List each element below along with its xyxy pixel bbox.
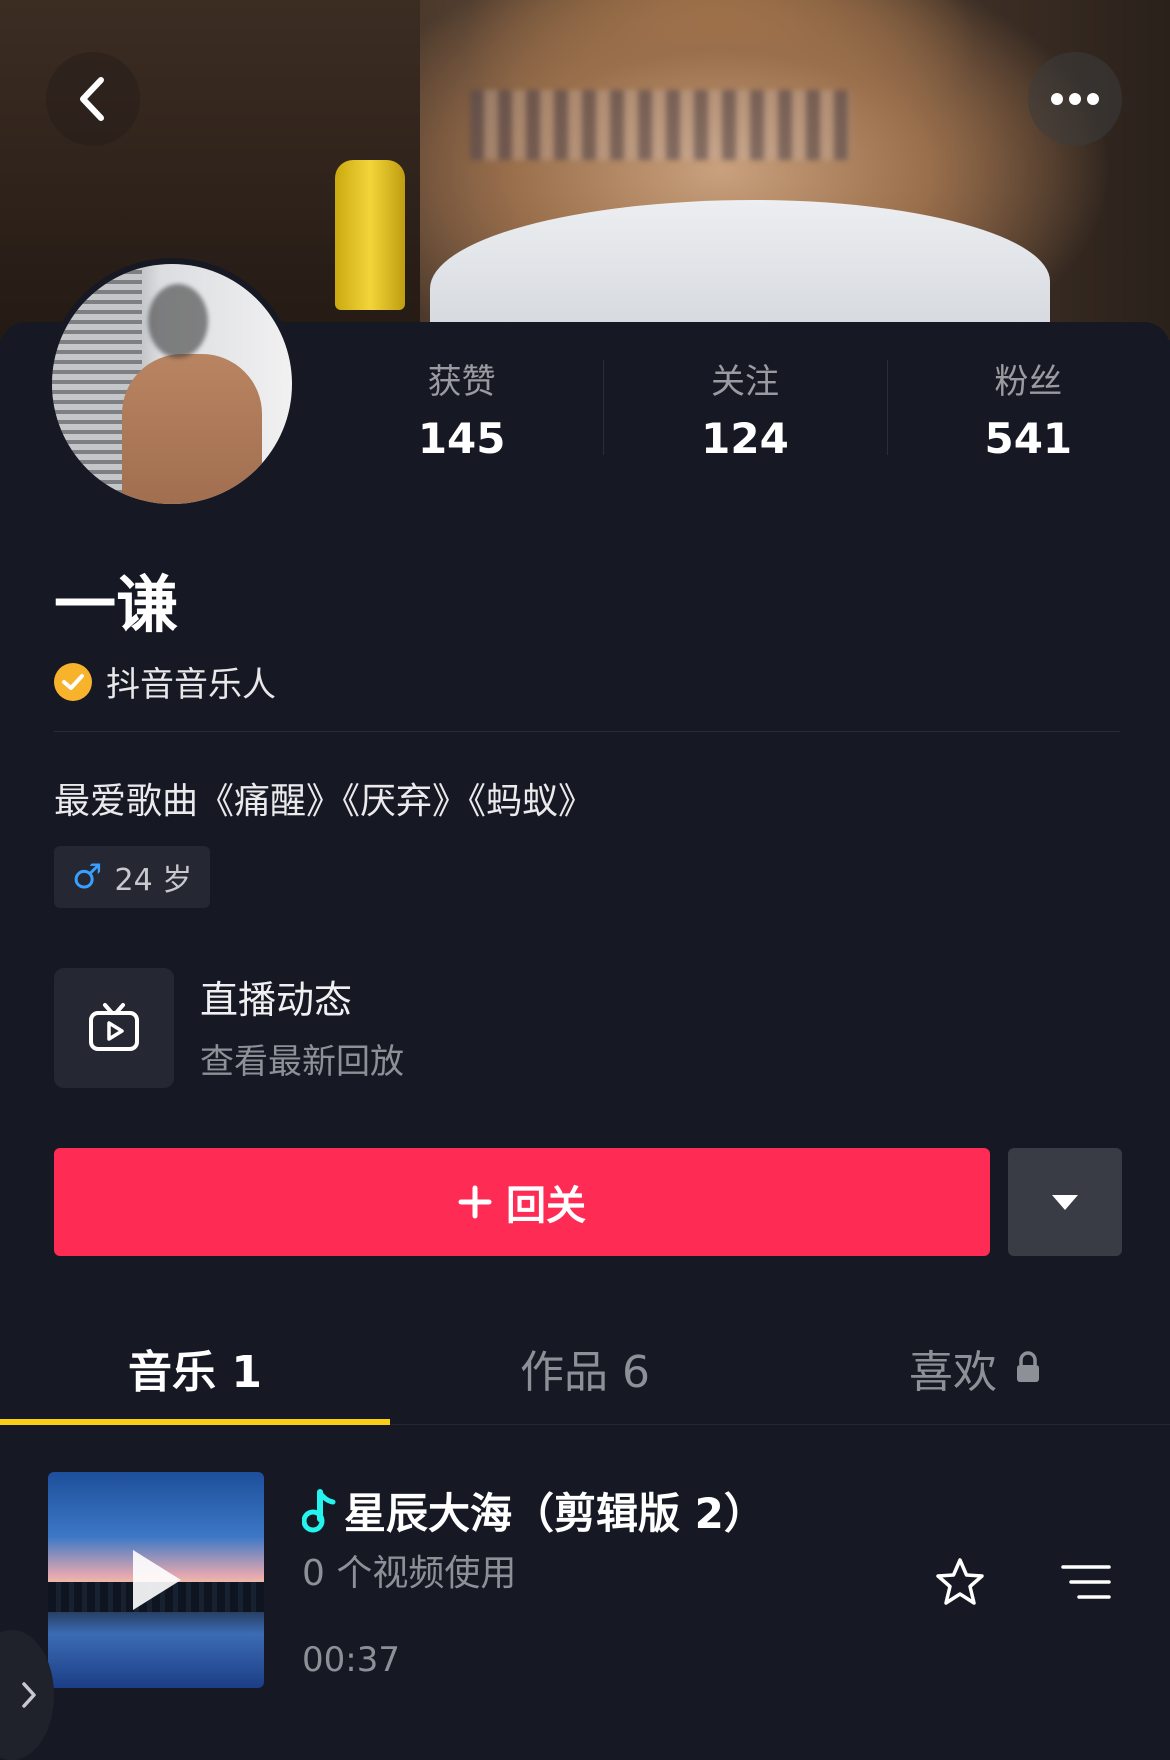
back-button[interactable] — [46, 52, 140, 146]
cover-blurred-eyes — [470, 90, 850, 160]
chevron-left-icon — [80, 77, 104, 121]
more-button[interactable] — [1028, 52, 1122, 146]
follow-back-label: 回关 — [506, 1183, 586, 1229]
song-title[interactable]: 星辰大海（剪辑版 2） — [302, 1480, 766, 1541]
chevron-right-icon — [22, 1682, 36, 1708]
live-entry-icon-box[interactable] — [54, 968, 174, 1088]
cover-bottle — [335, 160, 405, 310]
avatar[interactable] — [46, 258, 298, 510]
tv-play-icon — [89, 1003, 139, 1051]
live-subtitle: 查看最新回放 — [200, 1042, 404, 1082]
tab-label: 作品 6 — [520, 1347, 650, 1398]
tab-label: 喜欢 — [909, 1347, 997, 1398]
stat-value: 541 — [984, 414, 1073, 463]
song-cover-image[interactable] — [48, 1472, 264, 1688]
cover-mask — [430, 200, 1050, 340]
more-dots-icon — [1051, 93, 1099, 105]
stat-followers[interactable]: 粉丝 541 — [886, 355, 1170, 475]
male-icon: ♂ — [72, 857, 103, 897]
follow-back-button[interactable]: 回关 — [54, 1148, 990, 1256]
stat-label: 粉丝 — [994, 362, 1063, 402]
plus-icon — [458, 1185, 492, 1219]
check-badge-icon — [54, 662, 92, 701]
lock-icon — [1015, 1343, 1041, 1394]
content-tabs: 音乐 1 作品 6 喜欢 — [0, 1312, 1170, 1425]
bio-text: 最爱歌曲《痛醒》《厌弃》《蚂蚁》 — [54, 781, 595, 822]
stats-row: 获赞 145 关注 124 粉丝 541 — [320, 355, 1170, 475]
stat-following[interactable]: 关注 124 — [603, 355, 886, 475]
tab-works[interactable]: 作品 6 — [390, 1312, 780, 1424]
song-usage: 0 个视频使用 — [302, 1553, 517, 1594]
tab-likes[interactable]: 喜欢 — [780, 1312, 1170, 1424]
tab-label: 音乐 1 — [128, 1347, 262, 1398]
more-actions-dropdown[interactable] — [1008, 1148, 1122, 1256]
divider — [54, 731, 1120, 732]
music-note-icon — [302, 1488, 336, 1532]
verified-label: 抖音音乐人 — [106, 665, 276, 705]
star-icon — [936, 1558, 984, 1605]
play-icon — [133, 1550, 181, 1610]
age-label: 24 岁 — [114, 863, 193, 898]
live-title[interactable]: 直播动态 — [200, 972, 352, 1028]
stat-label: 关注 — [710, 362, 779, 402]
favorite-button[interactable] — [930, 1552, 990, 1612]
verified-badge: 抖音音乐人 — [54, 657, 276, 706]
stat-value: 145 — [417, 414, 506, 463]
playlist-icon — [1061, 1565, 1111, 1599]
tab-music[interactable]: 音乐 1 — [0, 1312, 390, 1425]
song-title-text: 星辰大海（剪辑版 2） — [344, 1489, 766, 1538]
profile-name: 一谦 — [54, 568, 179, 641]
song-duration: 00:37 — [302, 1640, 400, 1680]
stat-likes[interactable]: 获赞 145 — [320, 355, 603, 475]
age-tag: ♂ 24 岁 — [54, 846, 211, 908]
caret-down-icon — [1052, 1195, 1078, 1210]
stat-value: 124 — [701, 414, 789, 463]
stat-label: 获赞 — [427, 362, 496, 402]
playlist-button[interactable] — [1056, 1552, 1116, 1612]
